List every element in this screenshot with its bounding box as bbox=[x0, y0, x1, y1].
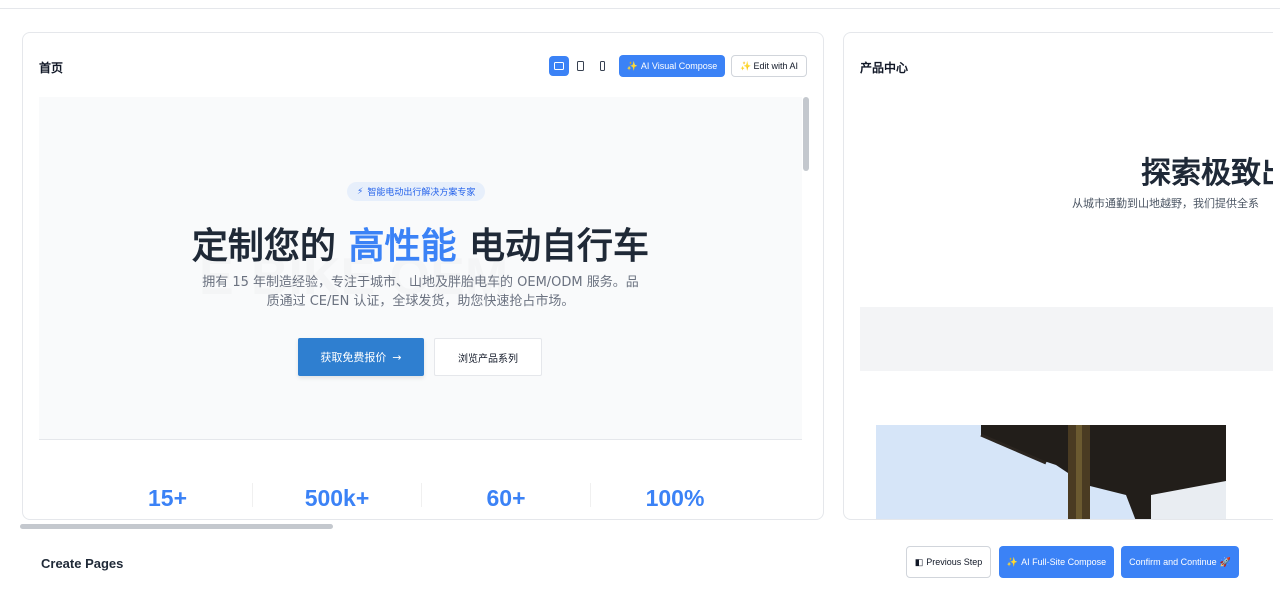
top-divider bbox=[0, 8, 1280, 9]
page-card-products: 产品中心 探索极致出 从城市通勤到山地越野，我们提供全系 bbox=[843, 32, 1273, 520]
stat-value: 100% bbox=[590, 483, 759, 507]
products-heading: 探索极致出 bbox=[1141, 156, 1273, 191]
products-subtitle: 从城市通勤到山地越野，我们提供全系 bbox=[1072, 197, 1259, 210]
sparkle-icon: ✨ bbox=[626, 60, 638, 71]
headline-highlight: 高性能 bbox=[348, 226, 457, 267]
button-label: Confirm and Continue bbox=[1129, 557, 1217, 567]
button-label: Previous Step bbox=[926, 557, 983, 567]
mobile-view-button[interactable] bbox=[593, 56, 613, 76]
hero-badge-text: 智能电动出行解决方案专家 bbox=[367, 188, 476, 198]
confirm-continue-button[interactable]: Confirm and Continue 🚀 bbox=[1121, 546, 1239, 578]
stats-row: 15+ 500k+ 60+ 100% bbox=[83, 483, 759, 507]
mobile-icon bbox=[600, 61, 606, 71]
hero-headline: 定制您的 高性能 电动自行车 bbox=[39, 217, 802, 269]
get-quote-button[interactable]: 获取免费报价 → bbox=[298, 338, 424, 376]
back-icon: ◧ bbox=[914, 556, 924, 567]
previous-step-button[interactable]: ◧ Previous Step bbox=[906, 546, 991, 578]
product-image bbox=[876, 425, 1226, 519]
headline-part: 电动自行车 bbox=[469, 226, 650, 267]
headline-part: 定制您的 bbox=[191, 226, 336, 267]
pages-carousel[interactable]: 首页 ✨ AI Visual Compose ✨ Edit with AI ⚡ … bbox=[0, 24, 1280, 530]
preview-toolbar: ✨ AI Visual Compose ✨ Edit with AI bbox=[548, 55, 807, 77]
ai-visual-compose-button[interactable]: ✨ AI Visual Compose bbox=[618, 55, 726, 77]
footer-title: Create Pages bbox=[41, 556, 124, 571]
browse-products-button[interactable]: 浏览产品系列 bbox=[434, 338, 542, 376]
edit-with-ai-button[interactable]: ✨ Edit with AI bbox=[731, 55, 807, 77]
desktop-icon bbox=[553, 62, 564, 70]
tablet-icon bbox=[577, 61, 585, 71]
rocket-icon: 🚀 bbox=[1219, 556, 1231, 567]
hero-section: E-BIKE OEM ⚡ 智能电动出行解决方案专家 定制您的 高性能 电动自行车… bbox=[39, 97, 802, 440]
tablet-view-button[interactable] bbox=[571, 56, 591, 76]
button-label: AI Full-Site Compose bbox=[1021, 557, 1107, 567]
stat-value: 500k+ bbox=[252, 483, 421, 507]
sparkle-icon: ✨ bbox=[740, 60, 752, 71]
products-banner-placeholder bbox=[860, 307, 1273, 371]
horizontal-scrollbar[interactable] bbox=[20, 524, 333, 529]
stat-value: 60+ bbox=[421, 483, 590, 507]
hero-subtitle: 拥有 15 年制造经验，专注于城市、山地及胖胎电车的 OEM/ODM 服务。品质… bbox=[202, 275, 639, 309]
stat-value: 15+ bbox=[147, 485, 187, 507]
page-title: 产品中心 bbox=[860, 61, 909, 75]
page-preview[interactable]: E-BIKE OEM ⚡ 智能电动出行解决方案专家 定制您的 高性能 电动自行车… bbox=[39, 97, 803, 507]
button-label: AI Visual Compose bbox=[640, 61, 718, 71]
page-title: 首页 bbox=[39, 61, 64, 75]
lightning-icon: ⚡ bbox=[357, 186, 364, 197]
page-card-home: 首页 ✨ AI Visual Compose ✨ Edit with AI ⚡ … bbox=[22, 32, 824, 520]
sparkle-icon: ✨ bbox=[1006, 556, 1019, 567]
desktop-view-button[interactable] bbox=[548, 56, 569, 76]
button-label: Edit with AI bbox=[753, 61, 798, 71]
device-switcher bbox=[548, 56, 613, 76]
preview-vertical-scrollbar[interactable] bbox=[803, 97, 809, 171]
arrow-right-icon: → bbox=[392, 350, 402, 364]
ai-full-site-compose-button[interactable]: ✨ AI Full-Site Compose bbox=[999, 546, 1114, 578]
hero-badge: ⚡ 智能电动出行解决方案专家 bbox=[347, 182, 486, 201]
button-label: 获取免费报价 bbox=[320, 351, 387, 364]
roof-photo bbox=[876, 425, 1226, 519]
